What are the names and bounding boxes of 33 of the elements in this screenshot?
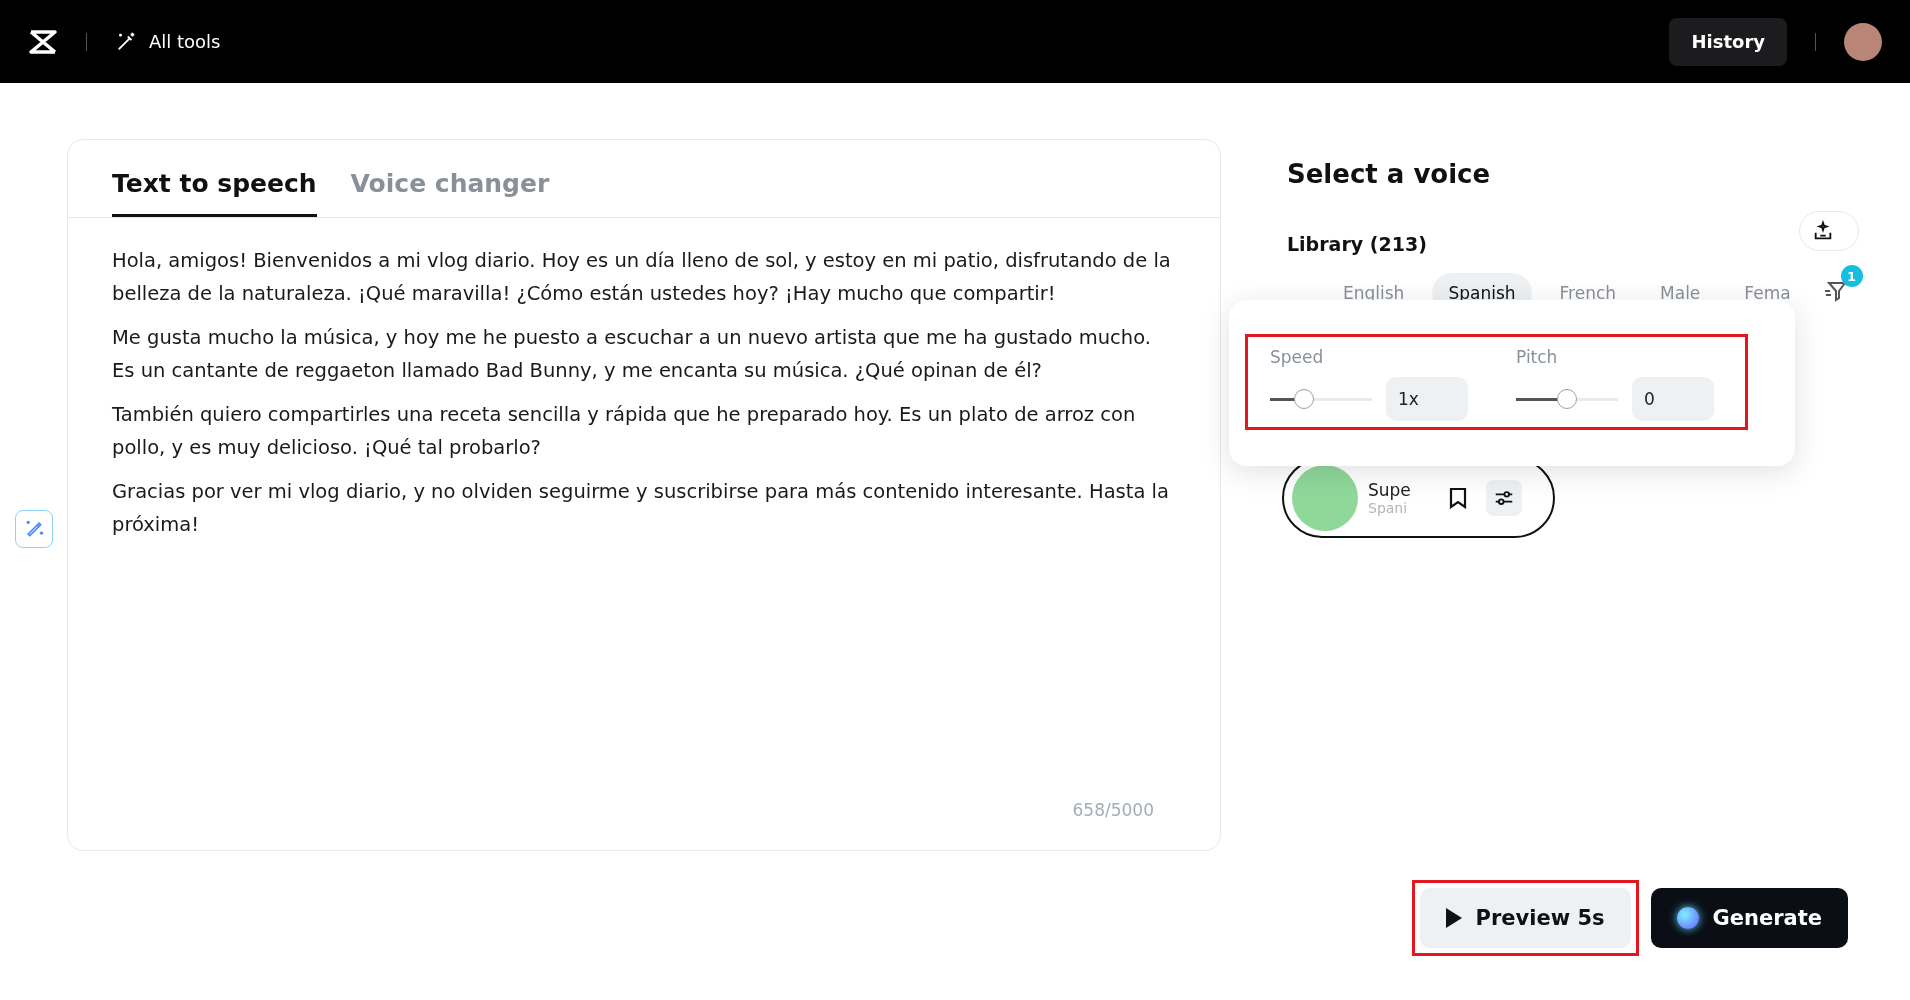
script-paragraph: Me gusta mucho la música, y hoy me he puesto a escuchar a un nuevo artista que me ha gustado mucho. Es un cantante de reggaeton llamado Bad Bunny, y me encanta su música. ¿Qué opinan de él? bbox=[112, 325, 1152, 384]
filter-icon[interactable] bbox=[1822, 279, 1847, 303]
avatar[interactable] bbox=[1844, 22, 1882, 61]
tab[interactable]: Text to speech bbox=[112, 169, 317, 217]
voice-name: Supe bbox=[1368, 480, 1412, 500]
avatar bbox=[1292, 465, 1358, 531]
preview-button[interactable]: Preview 5s bbox=[1419, 888, 1631, 948]
sparkle-tray-icon bbox=[1812, 220, 1834, 242]
panel-title: Select a voice bbox=[1287, 159, 1492, 189]
magic-wand-icon bbox=[115, 30, 137, 53]
generate-button[interactable]: Generate bbox=[1650, 888, 1848, 948]
voice-design-button[interactable] bbox=[1799, 211, 1859, 251]
library-label: Library (213) bbox=[1287, 233, 1428, 255]
setting-label: Pitch bbox=[1516, 347, 1559, 367]
bookmark-icon bbox=[1448, 487, 1468, 509]
setting-label: Speed bbox=[1270, 347, 1325, 367]
history-button[interactable]: History bbox=[1669, 17, 1787, 66]
play-icon bbox=[1445, 908, 1462, 928]
logo-icon[interactable] bbox=[28, 28, 58, 55]
orb-icon bbox=[1676, 907, 1699, 929]
filter-count-badge: 1 bbox=[1840, 265, 1863, 287]
ai-edit-button[interactable] bbox=[14, 510, 53, 548]
value-field[interactable]: 1x bbox=[1386, 377, 1468, 421]
voice-language: Spani bbox=[1368, 500, 1409, 516]
script-paragraph: También quiero compartirles una receta sencilla y rápida que he preparado hoy. Es un plato de arroz con pollo, y es muy delicioso. ¡Qué tal probarlo? bbox=[112, 402, 1137, 461]
slider-thumb[interactable] bbox=[1557, 389, 1577, 409]
all-tools-link[interactable]: All tools bbox=[115, 30, 221, 53]
settings-button[interactable] bbox=[1486, 480, 1522, 516]
slider-thumb[interactable] bbox=[1293, 389, 1314, 409]
script-paragraph: Hola, amigos! Bienvenidos a mi vlog diario. Hoy es un día lleno de sol, y estoy en mi patio, disfrutando de la belleza de la naturaleza. ¡Qué maravilla! ¿Cómo están ustedes hoy? ¡Hay mucho que compartir! bbox=[112, 248, 1172, 307]
script-paragraph: Gracias por ver mi vlog diario, y no olviden seguirme y suscribirse para más contenido interesante. Hasta la próxima! bbox=[112, 479, 1170, 538]
value-field[interactable]: 0 bbox=[1632, 377, 1714, 421]
character-count: 658/5000 bbox=[1071, 800, 1155, 822]
